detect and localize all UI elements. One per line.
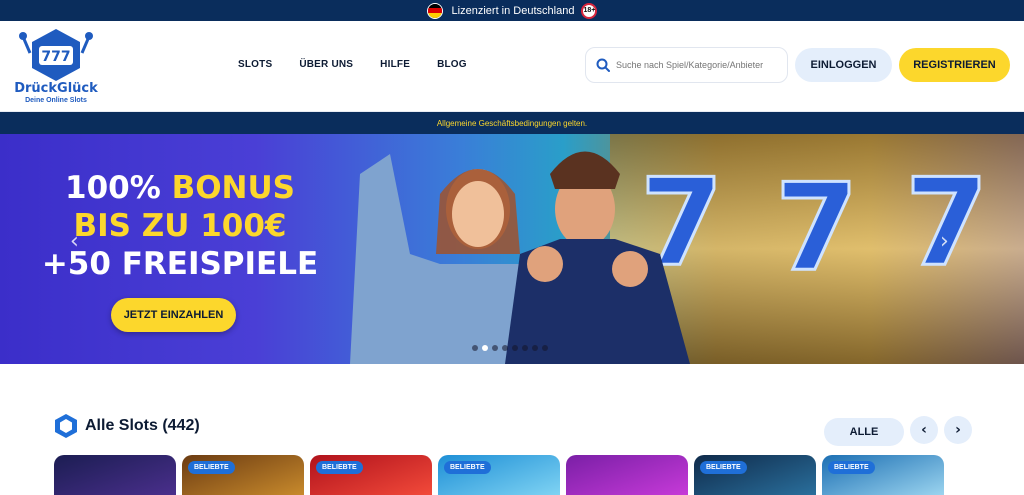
site-header: 777 DrückGlück Deine Online Slots SLOTS …: [0, 21, 1024, 112]
carousel-next-icon[interactable]: ›: [940, 229, 949, 254]
brand-tagline: Deine Online Slots: [25, 97, 87, 104]
slot-tile[interactable]: [566, 455, 688, 495]
germany-flag-icon: [426, 2, 443, 19]
hero-headline: 100% BONUS BIS ZU 100€ +50 FREISPIELE: [30, 169, 330, 283]
popular-badge: BELIEBTE: [188, 461, 235, 474]
slot-tile[interactable]: BELIEBTE: [182, 455, 304, 495]
search-box[interactable]: [585, 47, 788, 83]
slot-tile[interactable]: BELIEBTE: [822, 455, 944, 495]
carousel-dot[interactable]: [472, 345, 478, 351]
slot-tile[interactable]: BELIEBTE: [438, 455, 560, 495]
register-button[interactable]: REGISTRIEREN: [899, 48, 1010, 82]
deposit-now-button[interactable]: JETZT EINZAHLEN: [111, 298, 236, 332]
slot-tile[interactable]: BELIEBTE: [694, 455, 816, 495]
carousel-dot[interactable]: [522, 345, 528, 351]
carousel-dot[interactable]: [502, 345, 508, 351]
brand-name: DrückGlück: [14, 81, 98, 96]
popular-badge: BELIEBTE: [828, 461, 875, 474]
carousel-dots: [472, 345, 548, 351]
carousel-dot[interactable]: [512, 345, 518, 351]
search-input[interactable]: [616, 60, 776, 70]
slot-tile[interactable]: BELIEBTE: [310, 455, 432, 495]
slot-tiles-row: BELIEBTE BELIEBTE BELIEBTE BELIEBTE BELIEBTE: [54, 455, 944, 495]
nav-item-slots[interactable]: SLOTS: [238, 59, 272, 70]
hero-banner[interactable]: 7 7 7 100% BONUS BIS ZU 100€ +50 FREISPI…: [0, 134, 1024, 364]
carousel-dot[interactable]: [532, 345, 538, 351]
slot-tile[interactable]: [54, 455, 176, 495]
hero-line1-white: 100%: [65, 170, 172, 206]
slots-section-title: Alle Slots (442): [85, 417, 200, 434]
hero-line1-yellow: BONUS: [171, 170, 295, 206]
carousel-dot[interactable]: [482, 345, 488, 351]
popular-badge: BELIEBTE: [316, 461, 363, 474]
main-nav: SLOTS ÜBER UNS HILFE BLOG: [238, 59, 467, 70]
login-button[interactable]: EINLOGGEN: [795, 48, 892, 82]
slots-next-button[interactable]: ›: [944, 416, 972, 444]
popular-badge: BELIEBTE: [700, 461, 747, 474]
license-text: Lizenziert in Deutschland: [451, 4, 575, 17]
license-bar: Lizenziert in Deutschland 18+: [0, 0, 1024, 21]
search-icon: [596, 58, 610, 72]
hexagon-icon: [55, 414, 77, 438]
logo-digits: 777: [41, 49, 70, 65]
reel-seven-3: 7: [905, 154, 989, 293]
slots-prev-button[interactable]: ‹: [910, 416, 938, 444]
carousel-dot[interactable]: [542, 345, 548, 351]
nav-item-blog[interactable]: BLOG: [437, 59, 467, 70]
terms-text[interactable]: Allgemeine Geschäftsbedingungen gelten.: [437, 119, 587, 128]
slots-section-header: Alle Slots (442): [54, 413, 200, 439]
carousel-dot[interactable]: [492, 345, 498, 351]
nav-item-hilfe[interactable]: HILFE: [380, 59, 410, 70]
carousel-prev-icon[interactable]: ‹: [70, 229, 79, 254]
popular-badge: BELIEBTE: [444, 461, 491, 474]
nav-item-ueber-uns[interactable]: ÜBER UNS: [299, 59, 353, 70]
age-18-badge: 18+: [581, 2, 598, 19]
terms-bar: Allgemeine Geschäftsbedingungen gelten.: [0, 112, 1024, 134]
filter-all-button[interactable]: ALLE: [824, 418, 904, 446]
reel-seven-2: 7: [775, 159, 859, 298]
